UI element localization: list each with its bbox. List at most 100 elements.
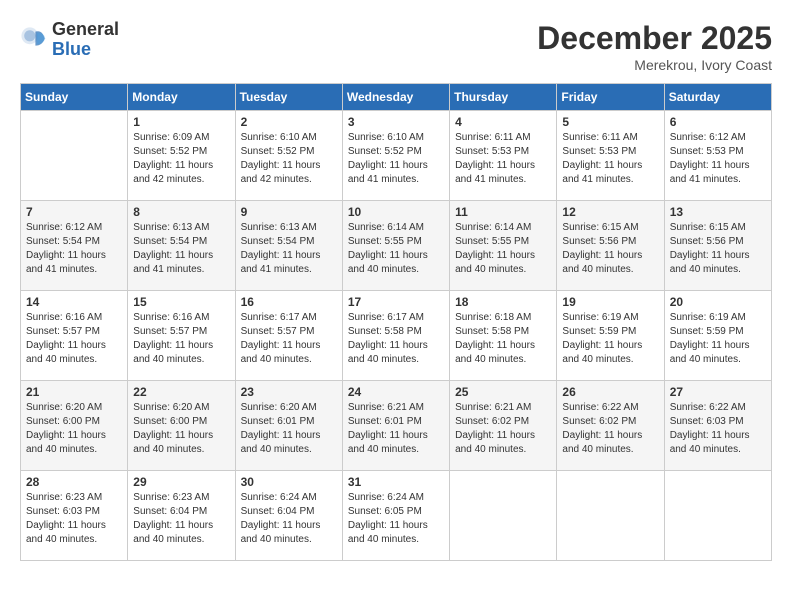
calendar-cell: 31Sunrise: 6:24 AMSunset: 6:05 PMDayligh… [342,471,449,561]
day-number: 5 [562,115,658,129]
calendar-cell: 24 Sunrise: 6:21 AMSunset: 6:01 PMDayligh… [342,381,449,471]
day-number: 20 [670,295,766,309]
calendar-cell: 25 Sunrise: 6:21 AMSunset: 6:02 PMDayligh… [450,381,557,471]
day-info: Sunrise: 6:12 AMSunset: 5:53 PMDaylight:… [670,131,766,187]
calendar-cell: 17 Sunrise: 6:17 AMSunset: 5:58 PMDayligh… [342,291,449,381]
day-info: Sunrise: 6:18 AMSunset: 5:58 PMDaylight:… [455,311,551,367]
day-number: 9 [241,205,337,219]
calendar-cell: 11 Sunrise: 6:14 AMSunset: 5:55 PMDayligh… [450,201,557,291]
calendar-cell [664,471,771,561]
calendar-week-1: 1Sunrise: 6:09 AMSunset: 5:52 PMDaylight… [21,111,772,201]
day-number: 4 [455,115,551,129]
calendar-cell: 21Sunrise: 6:20 AMSunset: 6:00 PMDayligh… [21,381,128,471]
day-info: Sunrise: 6:19 AMSunset: 5:59 PMDaylight:… [670,311,766,367]
day-number: 24 [348,385,444,399]
day-info: Sunrise: 6:10 AMSunset: 5:52 PMDaylight:… [348,131,444,187]
title-block: December 2025 Merekrou, Ivory Coast [537,20,772,73]
calendar-cell: 16 Sunrise: 6:17 AMSunset: 5:57 PMDayligh… [235,291,342,381]
day-info: Sunrise: 6:21 AMSunset: 6:02 PMDaylight:… [455,401,551,457]
calendar-cell: 8 Sunrise: 6:13 AMSunset: 5:54 PMDaylight… [128,201,235,291]
day-info: Sunrise: 6:14 AMSunset: 5:55 PMDaylight:… [455,221,551,277]
day-number: 25 [455,385,551,399]
day-number: 16 [241,295,337,309]
calendar-cell [21,111,128,201]
calendar-cell: 26Sunrise: 6:22 AMSunset: 6:02 PMDayligh… [557,381,664,471]
calendar-cell [450,471,557,561]
day-number: 19 [562,295,658,309]
day-number: 17 [348,295,444,309]
calendar-cell: 6Sunrise: 6:12 AMSunset: 5:53 PMDaylight… [664,111,771,201]
calendar-cell: 7 Sunrise: 6:12 AMSunset: 5:54 PMDaylight… [21,201,128,291]
calendar-cell: 28 Sunrise: 6:23 AMSunset: 6:03 PMDayligh… [21,471,128,561]
calendar-header-tuesday: Tuesday [235,84,342,111]
day-info: Sunrise: 6:24 AMSunset: 6:04 PMDaylight:… [241,491,337,547]
logo-text: General Blue [52,20,119,60]
day-info: Sunrise: 6:12 AMSunset: 5:54 PMDaylight:… [26,221,122,277]
day-number: 11 [455,205,551,219]
page-header: General Blue December 2025 Merekrou, Ivo… [20,20,772,73]
day-info: Sunrise: 6:20 AMSunset: 6:00 PMDaylight:… [26,401,122,457]
calendar-cell [557,471,664,561]
calendar-cell: 5Sunrise: 6:11 AMSunset: 5:53 PMDaylight… [557,111,664,201]
calendar-cell: 18Sunrise: 6:18 AMSunset: 5:58 PMDayligh… [450,291,557,381]
day-number: 15 [133,295,229,309]
calendar-header-thursday: Thursday [450,84,557,111]
calendar-cell: 12Sunrise: 6:15 AMSunset: 5:56 PMDayligh… [557,201,664,291]
calendar-cell: 10Sunrise: 6:14 AMSunset: 5:55 PMDayligh… [342,201,449,291]
day-number: 3 [348,115,444,129]
calendar-table: SundayMondayTuesdayWednesdayThursdayFrid… [20,83,772,561]
day-info: Sunrise: 6:23 AMSunset: 6:04 PMDaylight:… [133,491,229,547]
day-number: 26 [562,385,658,399]
day-number: 7 [26,205,122,219]
day-info: Sunrise: 6:13 AMSunset: 5:54 PMDaylight:… [241,221,337,277]
calendar-cell: 1Sunrise: 6:09 AMSunset: 5:52 PMDaylight… [128,111,235,201]
day-info: Sunrise: 6:15 AMSunset: 5:56 PMDaylight:… [670,221,766,277]
calendar-cell: 14 Sunrise: 6:16 AMSunset: 5:57 PMDayligh… [21,291,128,381]
calendar-cell: 22Sunrise: 6:20 AMSunset: 6:00 PMDayligh… [128,381,235,471]
calendar-cell: 20 Sunrise: 6:19 AMSunset: 5:59 PMDayligh… [664,291,771,381]
day-info: Sunrise: 6:19 AMSunset: 5:59 PMDaylight:… [562,311,658,367]
day-info: Sunrise: 6:16 AMSunset: 5:57 PMDaylight:… [26,311,122,367]
calendar-cell: 4 Sunrise: 6:11 AMSunset: 5:53 PMDaylight… [450,111,557,201]
day-number: 27 [670,385,766,399]
calendar-header-row: SundayMondayTuesdayWednesdayThursdayFrid… [21,84,772,111]
calendar-cell: 29Sunrise: 6:23 AMSunset: 6:04 PMDayligh… [128,471,235,561]
logo: General Blue [20,20,119,60]
calendar-cell: 19 Sunrise: 6:19 AMSunset: 5:59 PMDayligh… [557,291,664,381]
calendar-cell: 13Sunrise: 6:15 AMSunset: 5:56 PMDayligh… [664,201,771,291]
day-info: Sunrise: 6:13 AMSunset: 5:54 PMDaylight:… [133,221,229,277]
calendar-header-wednesday: Wednesday [342,84,449,111]
day-info: Sunrise: 6:23 AMSunset: 6:03 PMDaylight:… [26,491,122,547]
calendar-cell: 3 Sunrise: 6:10 AMSunset: 5:52 PMDaylight… [342,111,449,201]
day-number: 14 [26,295,122,309]
logo-blue: Blue [52,40,119,60]
calendar-week-2: 7 Sunrise: 6:12 AMSunset: 5:54 PMDaylight… [21,201,772,291]
calendar-week-5: 28 Sunrise: 6:23 AMSunset: 6:03 PMDayligh… [21,471,772,561]
calendar-cell: 23 Sunrise: 6:20 AMSunset: 6:01 PMDayligh… [235,381,342,471]
location: Merekrou, Ivory Coast [537,57,772,73]
day-info: Sunrise: 6:17 AMSunset: 5:57 PMDaylight:… [241,311,337,367]
day-info: Sunrise: 6:16 AMSunset: 5:57 PMDaylight:… [133,311,229,367]
calendar-cell: 15 Sunrise: 6:16 AMSunset: 5:57 PMDayligh… [128,291,235,381]
day-number: 8 [133,205,229,219]
calendar-week-4: 21Sunrise: 6:20 AMSunset: 6:00 PMDayligh… [21,381,772,471]
day-info: Sunrise: 6:09 AMSunset: 5:52 PMDaylight:… [133,131,229,187]
calendar-header-friday: Friday [557,84,664,111]
day-info: Sunrise: 6:17 AMSunset: 5:58 PMDaylight:… [348,311,444,367]
day-info: Sunrise: 6:21 AMSunset: 6:01 PMDaylight:… [348,401,444,457]
calendar-cell: 30 Sunrise: 6:24 AMSunset: 6:04 PMDayligh… [235,471,342,561]
day-number: 23 [241,385,337,399]
day-info: Sunrise: 6:11 AMSunset: 5:53 PMDaylight:… [455,131,551,187]
day-number: 28 [26,475,122,489]
logo-general: General [52,20,119,40]
day-info: Sunrise: 6:14 AMSunset: 5:55 PMDaylight:… [348,221,444,277]
general-blue-icon [20,26,48,54]
day-number: 2 [241,115,337,129]
day-info: Sunrise: 6:24 AMSunset: 6:05 PMDaylight:… [348,491,444,547]
day-number: 30 [241,475,337,489]
day-info: Sunrise: 6:20 AMSunset: 6:01 PMDaylight:… [241,401,337,457]
calendar-week-3: 14 Sunrise: 6:16 AMSunset: 5:57 PMDayligh… [21,291,772,381]
day-info: Sunrise: 6:15 AMSunset: 5:56 PMDaylight:… [562,221,658,277]
calendar-cell: 27Sunrise: 6:22 AMSunset: 6:03 PMDayligh… [664,381,771,471]
day-info: Sunrise: 6:20 AMSunset: 6:00 PMDaylight:… [133,401,229,457]
